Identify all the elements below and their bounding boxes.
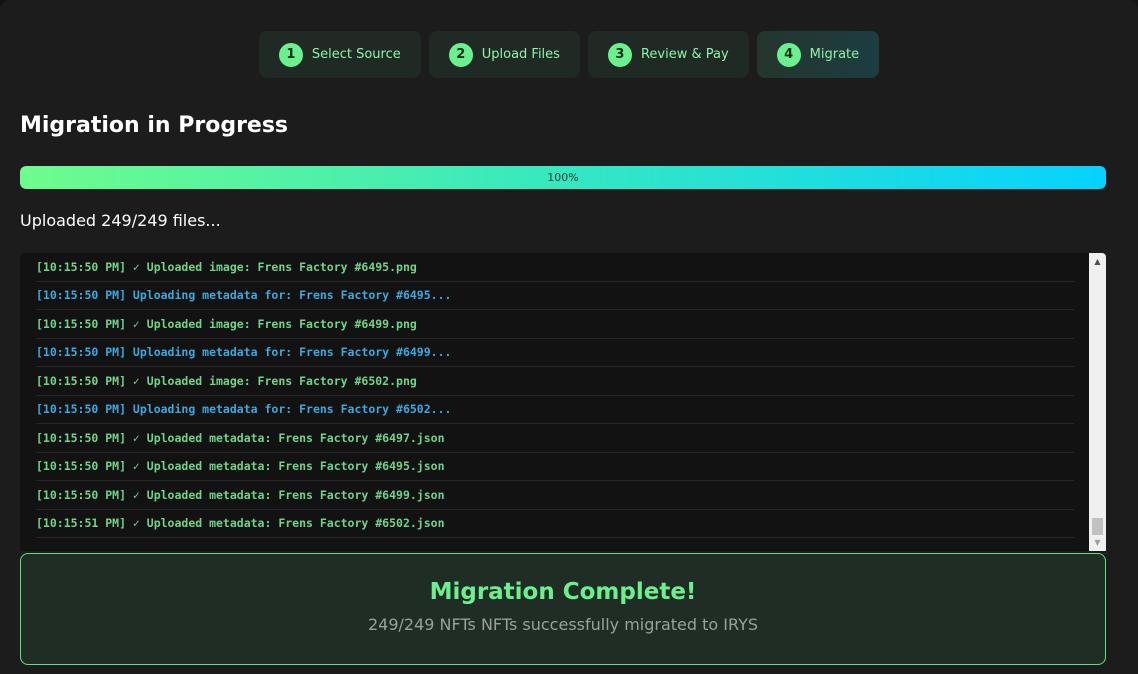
log-line: [10:15:51 PM] ✓ Uploaded metadata: Frens…	[36, 510, 1074, 538]
log-line: [10:15:50 PM] ✓ Uploaded image: Frens Fa…	[36, 367, 1074, 396]
complete-subtitle: 249/249 NFTs NFTs successfully migrated …	[367, 615, 759, 634]
log-line: [10:15:50 PM] ✓ Uploaded image: Frens Fa…	[36, 310, 1074, 339]
step-number-badge: 1	[278, 42, 303, 67]
step-upload-files[interactable]: 2 Upload Files	[428, 31, 580, 78]
log-line: [10:15:50 PM] ✓ Uploaded metadata: Frens…	[36, 481, 1074, 510]
log-line: [10:15:50 PM] Uploading metadata for: Fr…	[36, 339, 1074, 367]
step-number-badge: 4	[776, 42, 801, 67]
step-label: Migrate	[809, 47, 860, 62]
migration-complete-banner: Migration Complete! 249/249 NFTs NFTs su…	[20, 553, 1106, 665]
step-select-source[interactable]: 1 Select Source	[258, 31, 421, 78]
log-line: [10:15:50 PM] Uploading metadata for: Fr…	[36, 396, 1074, 424]
complete-title: Migration Complete!	[429, 579, 697, 605]
step-indicator: 1 Select Source 2 Upload Files 3 Review …	[0, 31, 1138, 78]
step-label: Upload Files	[481, 47, 560, 62]
scroll-down-icon[interactable]: ▼	[1089, 534, 1106, 551]
log-line: [10:15:50 PM] ✓ Uploaded metadata: Frens…	[36, 424, 1074, 453]
log-line: [10:15:50 PM] ✓ Uploaded image: Frens Fa…	[36, 253, 1074, 282]
page-title: Migration in Progress	[20, 113, 289, 138]
upload-status-text: Uploaded 249/249 files...	[20, 211, 221, 230]
app-window: 1 Select Source 2 Upload Files 3 Review …	[0, 0, 1138, 674]
step-review-pay[interactable]: 3 Review & Pay	[587, 31, 749, 78]
step-number-badge: 3	[607, 42, 632, 67]
log-line: [10:15:50 PM] Uploading metadata for: Fr…	[36, 282, 1074, 310]
step-label: Select Source	[311, 47, 401, 62]
progress-bar: 100%	[20, 166, 1106, 189]
migration-log[interactable]: [10:15:50 PM] ✓ Uploaded image: Frens Fa…	[20, 253, 1106, 551]
step-label: Review & Pay	[640, 47, 729, 62]
scrollbar-thumb[interactable]	[1092, 518, 1103, 535]
step-number-badge: 2	[448, 42, 473, 67]
log-scrollbar[interactable]: ▲ ▼	[1089, 253, 1106, 551]
scroll-up-icon[interactable]: ▲	[1089, 253, 1106, 270]
step-migrate[interactable]: 4 Migrate	[756, 31, 880, 78]
progress-label: 100%	[547, 171, 579, 184]
log-list: [10:15:50 PM] ✓ Uploaded image: Frens Fa…	[36, 253, 1074, 538]
log-line: [10:15:50 PM] ✓ Uploaded metadata: Frens…	[36, 453, 1074, 481]
